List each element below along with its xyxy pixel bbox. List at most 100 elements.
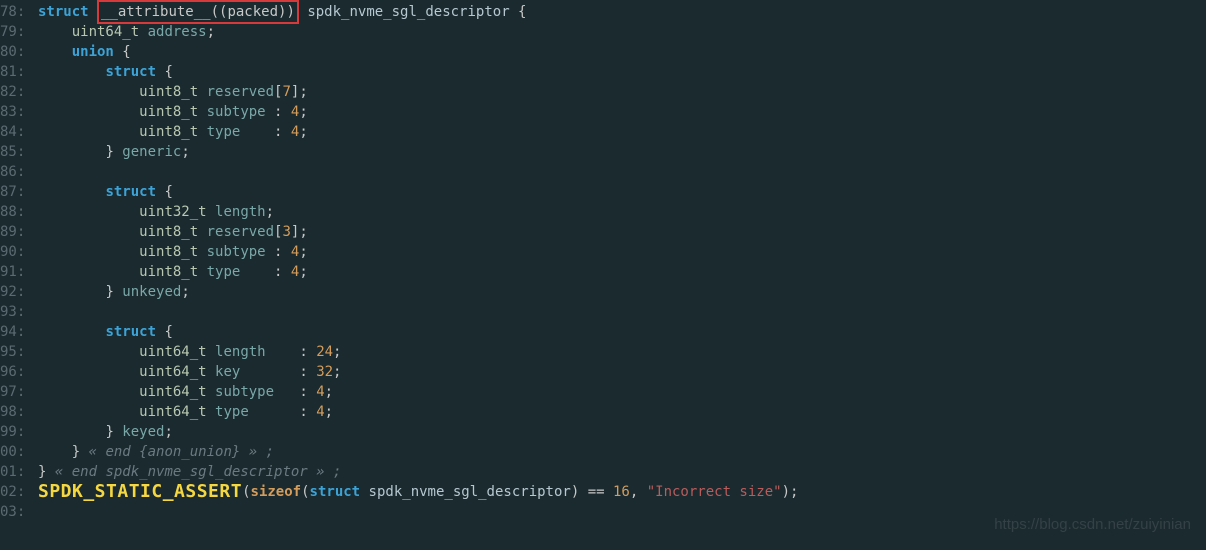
- token-field: length: [215, 342, 266, 362]
- token-num: 3: [282, 222, 290, 242]
- indent: [38, 22, 72, 42]
- token-field: address: [148, 22, 207, 42]
- code-line: struct __attribute__((packed)) spdk_nvme…: [38, 2, 798, 22]
- token-punct: :: [249, 402, 316, 422]
- token-num: 4: [291, 242, 299, 262]
- token-type-uint: uint8_t: [139, 102, 198, 122]
- token-type-uint: uint8_t: [139, 262, 198, 282]
- token-punct: }: [105, 142, 122, 162]
- token: [198, 262, 206, 282]
- token-string: "Incorrect size": [647, 482, 782, 502]
- code-line: uint8_t subtype : 4;: [38, 102, 798, 122]
- token-punct: ];: [291, 82, 308, 102]
- indent: [38, 322, 105, 342]
- token-field: subtype: [215, 382, 274, 402]
- code-content[interactable]: struct __attribute__((packed)) spdk_nvme…: [32, 2, 798, 522]
- token-type-uint: uint64_t: [139, 402, 206, 422]
- token-punct: {: [156, 62, 173, 82]
- token: [207, 202, 215, 222]
- token-struct-name: spdk_nvme_sgl_descriptor: [307, 2, 509, 22]
- token: [360, 482, 368, 502]
- token-punct: ;: [325, 402, 333, 422]
- code-line: uint8_t type : 4;: [38, 122, 798, 142]
- token-type-uint: uint8_t: [139, 222, 198, 242]
- token-punct: ;: [333, 342, 341, 362]
- token-num: 16: [613, 482, 630, 502]
- code-line: uint64_t length : 24;: [38, 342, 798, 362]
- token-punct: :: [240, 122, 291, 142]
- code-line: } keyed;: [38, 422, 798, 442]
- token-type-uint: uint8_t: [139, 242, 198, 262]
- token: [198, 122, 206, 142]
- line-number: 00:: [0, 442, 28, 462]
- code-line: uint64_t key : 32;: [38, 362, 798, 382]
- token-num: 7: [282, 82, 290, 102]
- token-punct: {: [510, 2, 527, 22]
- code-line: } « end spdk_nvme_sgl_descriptor » ;: [38, 462, 798, 482]
- indent: [38, 242, 139, 262]
- token-num: 4: [316, 382, 324, 402]
- token-field: unkeyed: [122, 282, 181, 302]
- line-number: 86:: [0, 162, 28, 182]
- token-type-uint: uint8_t: [139, 122, 198, 142]
- line-number: 98:: [0, 402, 28, 422]
- token-punct: ;: [325, 382, 333, 402]
- token-punct: ;: [299, 262, 307, 282]
- code-line: } unkeyed;: [38, 282, 798, 302]
- indent: [38, 142, 105, 162]
- token: [299, 2, 307, 22]
- line-number: 02:: [0, 482, 28, 502]
- token: [207, 402, 215, 422]
- token-kw-struct: struct: [105, 182, 156, 202]
- line-number: 90:: [0, 242, 28, 262]
- token-punct: :: [274, 382, 316, 402]
- token-type-uint: uint64_t: [72, 22, 139, 42]
- token-comment: « end {anon_union} » ;: [80, 442, 274, 462]
- line-number-gutter: 78:79:80:81:82:83:84:85:86:87:88:89:90:9…: [0, 2, 32, 522]
- indent: [38, 42, 72, 62]
- line-number: 93:: [0, 302, 28, 322]
- token-num: 32: [316, 362, 333, 382]
- token-punct: (: [242, 482, 250, 502]
- token-field: subtype: [207, 242, 266, 262]
- code-line: uint8_t subtype : 4;: [38, 242, 798, 262]
- token: [198, 82, 206, 102]
- token-type-uint: uint64_t: [139, 342, 206, 362]
- code-line: } generic;: [38, 142, 798, 162]
- token-type-uint: uint32_t: [139, 202, 206, 222]
- token-punct: ;: [299, 122, 307, 142]
- token-punct: ) ==: [571, 482, 613, 502]
- token: [198, 102, 206, 122]
- line-number: 82:: [0, 82, 28, 102]
- line-number: 89:: [0, 222, 28, 242]
- token-num: 4: [291, 102, 299, 122]
- token-punct: }: [38, 462, 46, 482]
- token-punct: {: [114, 42, 131, 62]
- code-line: uint64_t type : 4;: [38, 402, 798, 422]
- line-number: 83:: [0, 102, 28, 122]
- code-line: [38, 302, 798, 322]
- indent: [38, 422, 105, 442]
- code-line: [38, 162, 798, 182]
- code-line: struct {: [38, 182, 798, 202]
- code-line: [38, 502, 798, 522]
- code-line: union {: [38, 42, 798, 62]
- indent: [38, 82, 139, 102]
- indent: [38, 402, 139, 422]
- line-number: 94:: [0, 322, 28, 342]
- token-punct: ;: [299, 242, 307, 262]
- indent: [38, 262, 139, 282]
- token-punct: ;: [207, 22, 215, 42]
- indent: [38, 222, 139, 242]
- token-punct: :: [240, 262, 291, 282]
- indent: [38, 182, 105, 202]
- code-line: SPDK_STATIC_ASSERT(sizeof(struct spdk_nv…: [38, 482, 798, 502]
- token-punct: (: [301, 482, 309, 502]
- code-line: uint64_t address;: [38, 22, 798, 42]
- code-line: uint32_t length;: [38, 202, 798, 222]
- indent: [38, 382, 139, 402]
- line-number: 88:: [0, 202, 28, 222]
- indent: [38, 62, 105, 82]
- line-number: 97:: [0, 382, 28, 402]
- indent: [38, 282, 105, 302]
